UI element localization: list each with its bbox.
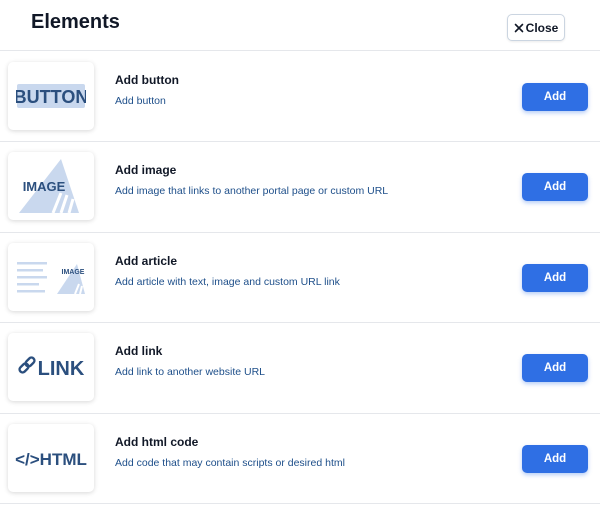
close-button[interactable]: Close [507, 14, 565, 41]
button-thumbnail-icon: BUTTON [16, 84, 86, 108]
link-thumbnail-icon: LINK [18, 356, 85, 380]
list-item-link: LINK Add link Add link to another websit… [0, 323, 600, 414]
list-item-image: IMAGE Add image Add image that links to … [0, 142, 600, 233]
item-description: Add image that links to another portal p… [115, 185, 389, 198]
close-icon [514, 23, 523, 32]
thumbnail-button: BUTTON [8, 62, 94, 130]
item-title: Add html code [115, 434, 199, 449]
thumbnail-html: </>HTML [8, 423, 94, 492]
add-article-button[interactable]: Add [522, 263, 588, 292]
html-thumbnail-icon: </>HTML [15, 450, 87, 469]
thumbnail-link: LINK [8, 333, 94, 402]
thumbnail-text: IMAGE [23, 179, 66, 194]
list-item-article: IMAGE Add article Add article with text,… [0, 233, 600, 324]
item-description: Add code that may contain scripts or des… [115, 456, 345, 469]
add-link-button[interactable]: Add [522, 354, 588, 383]
elements-list: BUTTON Add button Add button Add IMAGE A… [0, 52, 600, 504]
add-button-button[interactable]: Add [522, 83, 588, 111]
item-title: Add article [115, 253, 178, 268]
dialog-header: Elements Close [0, 0, 600, 51]
item-title: Add image [115, 163, 177, 178]
thumbnail-article: IMAGE [8, 242, 94, 311]
dialog-title: Elements [31, 11, 120, 33]
thumbnail-text: </>HTML [15, 450, 87, 469]
close-button-label: Close [525, 20, 559, 35]
list-item-html: </>HTML Add html code Add code that may … [0, 414, 600, 504]
thumbnail-text: LINK [38, 358, 85, 380]
thumbnail-image: IMAGE [8, 152, 94, 221]
item-title: Add link [115, 344, 163, 359]
item-description: Add article with text, image and custom … [115, 275, 340, 288]
chain-link-icon [18, 356, 36, 374]
article-thumbnail-icon: IMAGE [17, 261, 85, 295]
image-thumbnail-icon: IMAGE [19, 159, 79, 214]
item-description: Add button [115, 95, 166, 107]
item-title: Add button [115, 73, 179, 87]
thumbnail-text: IMAGE [62, 269, 85, 276]
add-image-button[interactable]: Add [522, 173, 588, 202]
add-html-code-button[interactable]: Add [522, 444, 588, 473]
list-item-button: BUTTON Add button Add button Add [0, 52, 600, 143]
item-description: Add link to another website URL [115, 366, 265, 379]
thumbnail-text: BUTTON [16, 87, 86, 107]
